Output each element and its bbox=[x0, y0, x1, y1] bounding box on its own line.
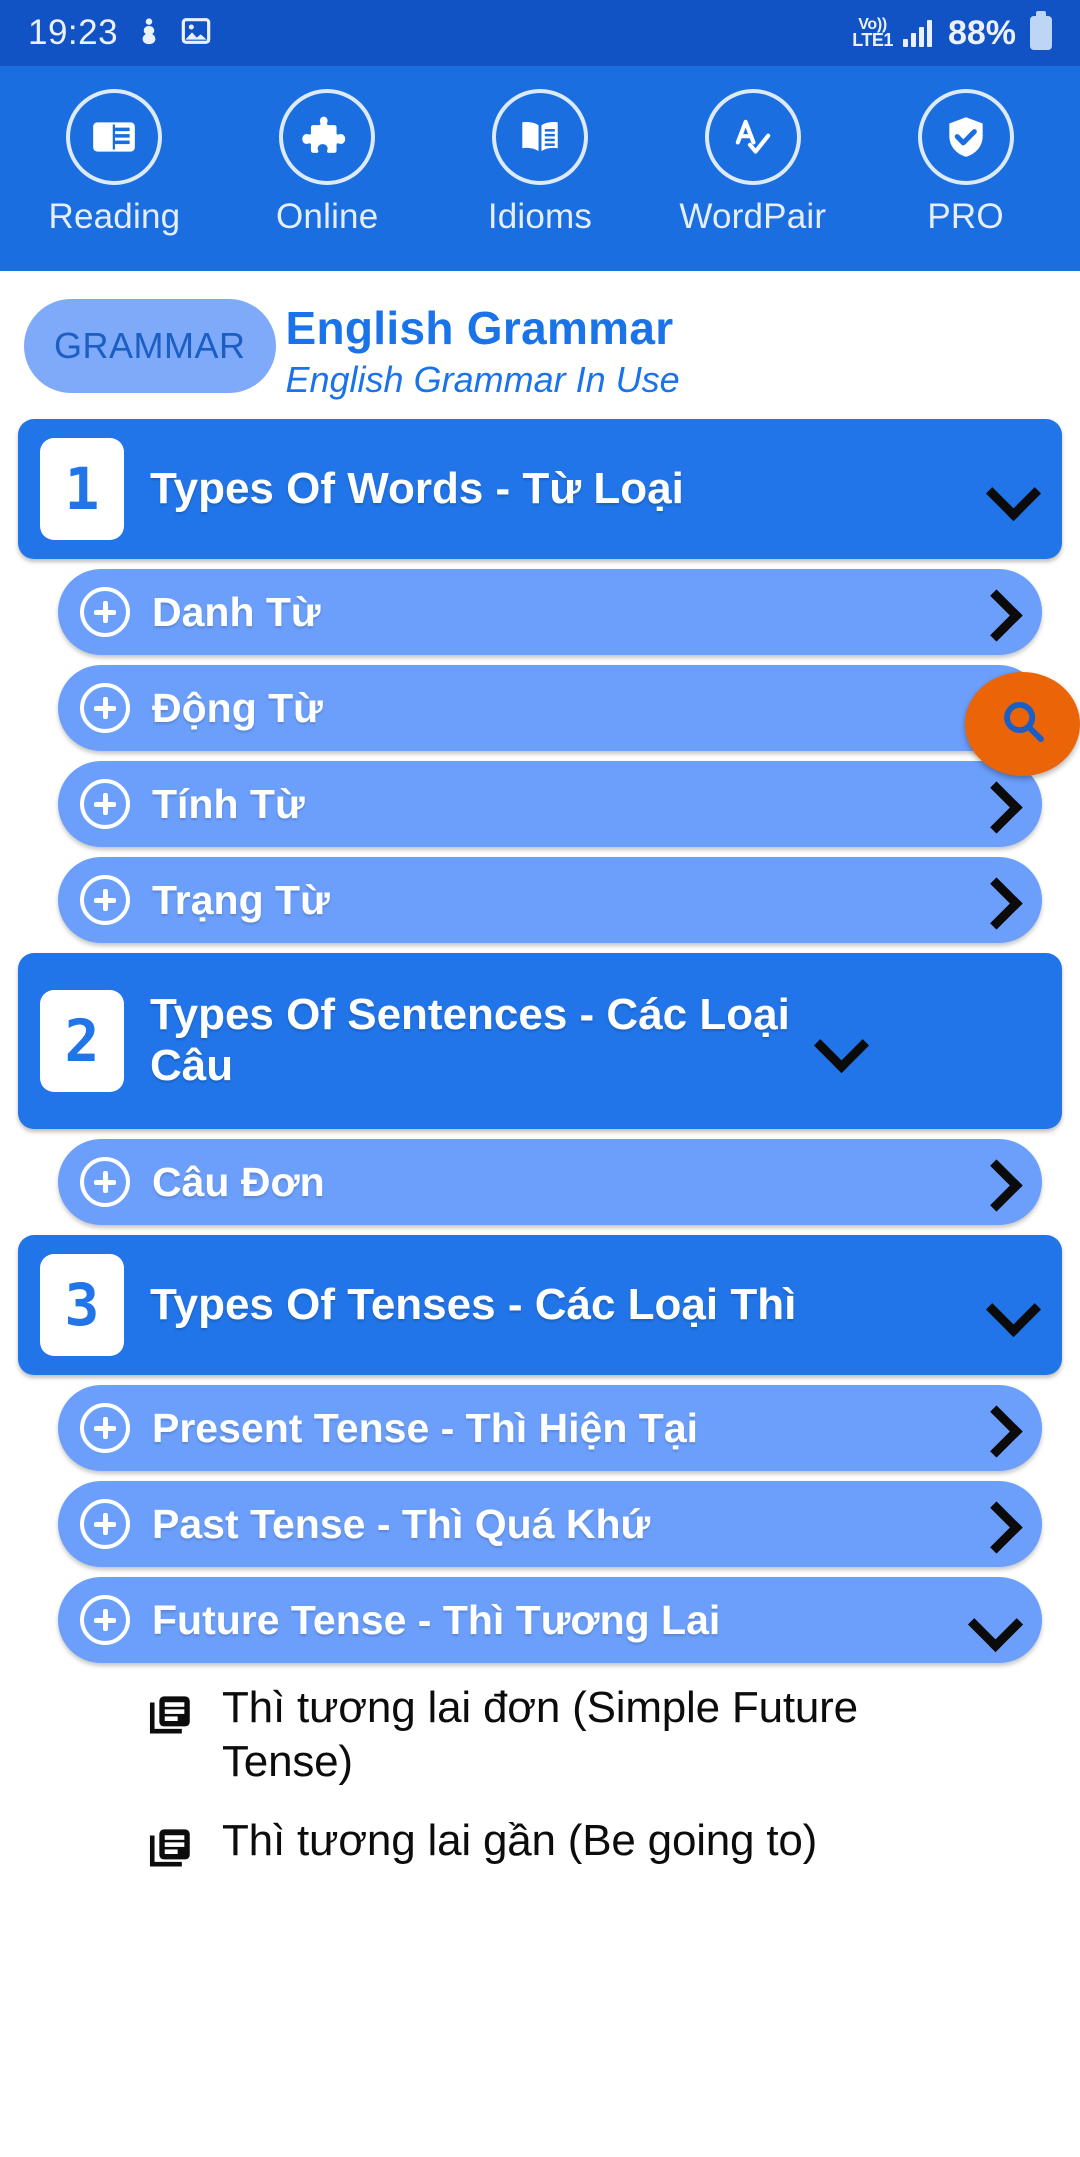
nav-label-reading: Reading bbox=[48, 197, 181, 236]
signal-bars-icon bbox=[902, 19, 932, 47]
chevron-down-icon[interactable] bbox=[816, 1018, 862, 1064]
nav-label-pro: PRO bbox=[927, 197, 1004, 236]
status-bar: 19:23 Vo)) LTE1 88% bbox=[0, 0, 1080, 66]
notification-icon bbox=[134, 15, 164, 52]
chevron-right-icon[interactable] bbox=[976, 1502, 1016, 1546]
leaf-item-label: Thì tương lai gần (Be going to) bbox=[222, 1816, 818, 1866]
nav-item-online[interactable]: Online bbox=[232, 89, 422, 237]
sub-item-danh-tu[interactable]: Danh Từ bbox=[58, 569, 1042, 655]
chevron-down-icon[interactable] bbox=[988, 1282, 1034, 1328]
volte-indicator-icon: Vo)) LTE1 bbox=[852, 16, 893, 51]
spellcheck-icon bbox=[704, 89, 801, 185]
article-icon bbox=[66, 89, 163, 185]
battery-icon bbox=[1030, 11, 1052, 50]
sub-item-trang-tu[interactable]: Trạng Từ bbox=[58, 857, 1042, 943]
article-document-icon bbox=[146, 1691, 196, 1746]
nav-label-wordpair: WordPair bbox=[679, 197, 827, 236]
plus-circle-icon bbox=[80, 1499, 130, 1549]
sub-item-label: Động Từ bbox=[152, 684, 323, 731]
nav-item-pro[interactable]: PRO bbox=[871, 89, 1061, 237]
search-icon bbox=[996, 695, 1050, 754]
nav-item-reading[interactable]: Reading bbox=[19, 89, 209, 237]
gallery-image-icon bbox=[180, 15, 212, 52]
sub-item-dong-tu[interactable]: Động Từ bbox=[58, 665, 1042, 751]
section-number-badge: 2 bbox=[40, 990, 124, 1092]
section-title: Types Of Tenses - Các Loại Thì bbox=[150, 1279, 797, 1329]
sub-item-future-tense[interactable]: Future Tense - Thì Tương Lai bbox=[58, 1577, 1042, 1663]
nav-label-online: Online bbox=[276, 197, 379, 236]
sub-item-label: Trạng Từ bbox=[152, 876, 330, 923]
section-number-badge: 3 bbox=[40, 1254, 124, 1356]
page-subtitle: English Grammar In Use bbox=[285, 359, 680, 400]
header-text-block: English Grammar English Grammar In Use bbox=[286, 293, 680, 401]
plus-circle-icon bbox=[80, 1595, 130, 1645]
leaf-item-simple-future-tense[interactable]: Thì tương lai đơn (Simple Future Tense) bbox=[18, 1673, 1062, 1796]
plus-circle-icon bbox=[80, 1403, 130, 1453]
search-fab-button[interactable] bbox=[965, 672, 1080, 776]
section-header-2[interactable]: 2 Types Of Sentences - Các Loại Câu bbox=[18, 953, 1062, 1129]
status-time: 19:23 bbox=[28, 13, 119, 52]
page-header: GRAMMAR English Grammar English Grammar … bbox=[0, 271, 1080, 411]
chevron-right-icon[interactable] bbox=[976, 590, 1016, 634]
sub-item-label: Câu Đơn bbox=[152, 1158, 325, 1205]
sub-item-tinh-tu[interactable]: Tính Từ bbox=[58, 761, 1042, 847]
section-header-1[interactable]: 1 Types Of Words - Từ Loại bbox=[18, 419, 1062, 559]
sub-item-label: Past Tense - Thì Quá Khứ bbox=[152, 1500, 651, 1547]
section-number-badge: 1 bbox=[40, 438, 124, 540]
plus-circle-icon bbox=[80, 587, 130, 637]
volte-line2: LTE1 bbox=[852, 30, 893, 51]
chevron-right-icon[interactable] bbox=[976, 1406, 1016, 1450]
top-navigation-bar: Reading Online Idioms WordPair PRO bbox=[0, 66, 1080, 271]
plus-circle-icon bbox=[80, 1157, 130, 1207]
grammar-sections-list: 1 Types Of Words - Từ Loại Danh Từ Động … bbox=[0, 419, 1080, 1887]
sub-item-label: Future Tense - Thì Tương Lai bbox=[152, 1596, 721, 1643]
nav-item-wordpair[interactable]: WordPair bbox=[658, 89, 848, 237]
status-bar-left: 19:23 bbox=[28, 13, 212, 53]
leaf-item-be-going-to[interactable]: Thì tương lai gần (Be going to) bbox=[18, 1806, 1062, 1887]
section-title: Types Of Sentences - Các Loại Câu bbox=[150, 990, 790, 1090]
chevron-right-icon[interactable] bbox=[976, 782, 1016, 826]
sub-item-label: Tính Từ bbox=[152, 780, 305, 827]
section-header-3[interactable]: 3 Types Of Tenses - Các Loại Thì bbox=[18, 1235, 1062, 1375]
chevron-down-icon[interactable] bbox=[970, 1597, 1016, 1643]
plus-circle-icon bbox=[80, 779, 130, 829]
sub-item-cau-don[interactable]: Câu Đơn bbox=[58, 1139, 1042, 1225]
sub-item-past-tense[interactable]: Past Tense - Thì Quá Khứ bbox=[58, 1481, 1042, 1567]
section-title: Types Of Words - Từ Loại bbox=[150, 463, 684, 513]
sub-item-label: Danh Từ bbox=[152, 588, 321, 635]
plus-circle-icon bbox=[80, 875, 130, 925]
plus-circle-icon bbox=[80, 683, 130, 733]
grammar-badge: GRAMMAR bbox=[24, 299, 276, 393]
battery-percent-label: 88% bbox=[947, 13, 1016, 52]
chevron-right-icon[interactable] bbox=[976, 1160, 1016, 1204]
chevron-right-icon[interactable] bbox=[976, 878, 1016, 922]
nav-item-idioms[interactable]: Idioms bbox=[445, 89, 635, 237]
article-document-icon bbox=[146, 1824, 196, 1879]
page-title: English Grammar bbox=[285, 302, 674, 354]
sub-item-present-tense[interactable]: Present Tense - Thì Hiện Tại bbox=[58, 1385, 1042, 1471]
leaf-item-label: Thì tương lai đơn (Simple Future Tense) bbox=[222, 1683, 858, 1786]
status-bar-right: Vo)) LTE1 88% bbox=[852, 11, 1052, 53]
verified-shield-icon bbox=[917, 89, 1014, 185]
sub-item-label: Present Tense - Thì Hiện Tại bbox=[152, 1404, 699, 1451]
nav-label-idioms: Idioms bbox=[487, 197, 593, 236]
open-book-icon bbox=[491, 89, 588, 185]
chevron-down-icon[interactable] bbox=[988, 466, 1034, 512]
puzzle-piece-icon bbox=[279, 89, 376, 185]
